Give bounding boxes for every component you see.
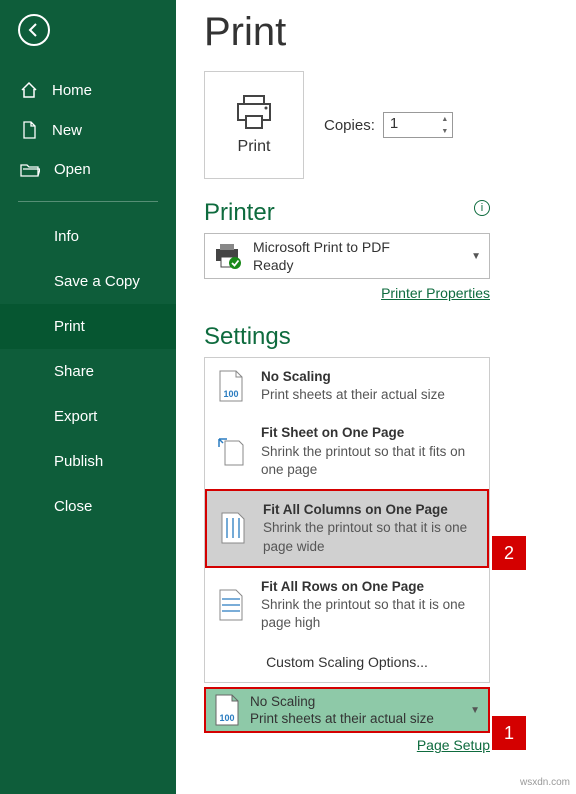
back-button[interactable]	[18, 14, 50, 46]
current-scale-title: No Scaling	[250, 693, 470, 711]
printer-icon	[234, 94, 274, 130]
nav-secondary: Info Save a Copy Print Share Export Publ…	[0, 214, 176, 529]
nav-share[interactable]: Share	[0, 349, 176, 394]
main-panel: Print Print Copies: 1 ▲ ▼ Printer i	[176, 0, 576, 794]
info-icon[interactable]: i	[474, 200, 490, 216]
opt-title: No Scaling	[261, 368, 445, 386]
opt-desc: Shrink the printout so that it is one pa…	[263, 519, 479, 555]
nav-label: Home	[52, 82, 92, 99]
nav-close[interactable]: Close	[0, 484, 176, 529]
page-100-icon: 100	[218, 370, 244, 402]
copies-group: Copies: 1 ▲ ▼	[324, 112, 453, 138]
nav-publish[interactable]: Publish	[0, 439, 176, 484]
nav-primary: Home New Open	[0, 70, 176, 189]
opt-desc: Shrink the printout so that it is one pa…	[261, 596, 481, 632]
new-icon	[20, 121, 38, 139]
nav-info[interactable]: Info	[0, 214, 176, 259]
copies-spinner: ▲ ▼	[438, 113, 452, 137]
settings-heading: Settings	[204, 323, 552, 351]
opt-title: Fit Sheet on One Page	[261, 424, 481, 442]
print-button-label: Print	[238, 138, 271, 156]
scale-opt-no-scaling[interactable]: 100 No ScalingPrint sheets at their actu…	[205, 358, 489, 414]
nav-label: Open	[54, 161, 91, 178]
spin-down[interactable]: ▼	[438, 125, 452, 137]
scaling-dropdown[interactable]: 100 No Scaling Print sheets at their act…	[204, 687, 490, 733]
back-arrow-icon	[26, 22, 42, 38]
svg-text:100: 100	[223, 389, 238, 399]
nav-new[interactable]: New	[0, 110, 176, 150]
nav-export[interactable]: Export	[0, 394, 176, 439]
nav-open[interactable]: Open	[0, 150, 176, 189]
nav-save-copy[interactable]: Save a Copy	[0, 259, 176, 304]
open-icon	[20, 162, 40, 178]
printer-heading: Printer	[204, 199, 275, 227]
callout-1: 1	[492, 716, 526, 750]
printer-properties-link[interactable]: Printer Properties	[381, 285, 490, 301]
home-icon	[20, 81, 38, 99]
page-setup-link[interactable]: Page Setup	[417, 737, 490, 753]
nav-print[interactable]: Print	[0, 304, 176, 349]
svg-text:100: 100	[219, 713, 234, 723]
fit-columns-icon	[220, 512, 246, 544]
opt-title: Fit All Rows on One Page	[261, 578, 481, 596]
chevron-down-icon: ▼	[471, 251, 481, 262]
callout-box-2: Fit All Columns on One PageShrink the pr…	[205, 489, 489, 568]
callout-2: 2	[492, 536, 526, 570]
copies-label: Copies:	[324, 117, 375, 134]
page-100-icon: 100	[214, 694, 240, 726]
page-title: Print	[204, 10, 552, 55]
watermark: wsxdn.com	[520, 777, 570, 788]
scale-opt-fit-rows[interactable]: Fit All Rows on One PageShrink the print…	[205, 568, 489, 643]
print-button[interactable]: Print	[204, 71, 304, 179]
spin-up[interactable]: ▲	[438, 113, 452, 125]
fit-sheet-icon	[217, 437, 245, 467]
fit-rows-icon	[218, 589, 244, 621]
sidebar-divider	[18, 201, 158, 202]
opt-desc: Print sheets at their actual size	[261, 386, 445, 404]
printer-dropdown[interactable]: Microsoft Print to PDF Ready ▼	[204, 233, 490, 279]
opt-title: Fit All Columns on One Page	[263, 501, 479, 519]
print-row: Print Copies: 1 ▲ ▼	[204, 71, 552, 179]
opt-desc: Shrink the printout so that it fits on o…	[261, 443, 481, 479]
scaling-options-list: 100 No ScalingPrint sheets at their actu…	[204, 357, 490, 683]
scale-opt-fit-columns[interactable]: Fit All Columns on One PageShrink the pr…	[207, 491, 487, 566]
copies-input[interactable]: 1 ▲ ▼	[383, 112, 453, 138]
printer-ready-icon	[213, 243, 243, 269]
current-scale-desc: Print sheets at their actual size	[250, 710, 470, 728]
chevron-down-icon: ▼	[470, 705, 480, 716]
nav-label: New	[52, 122, 82, 139]
backstage-sidebar: Home New Open Info Save a Copy Print Sha…	[0, 0, 176, 794]
custom-scaling-option[interactable]: Custom Scaling Options...	[205, 642, 489, 682]
copies-value: 1	[390, 115, 398, 132]
scale-opt-fit-sheet[interactable]: Fit Sheet on One PageShrink the printout…	[205, 414, 489, 489]
nav-home[interactable]: Home	[0, 70, 176, 110]
printer-name: Microsoft Print to PDF	[253, 238, 471, 256]
printer-status: Ready	[253, 256, 471, 274]
